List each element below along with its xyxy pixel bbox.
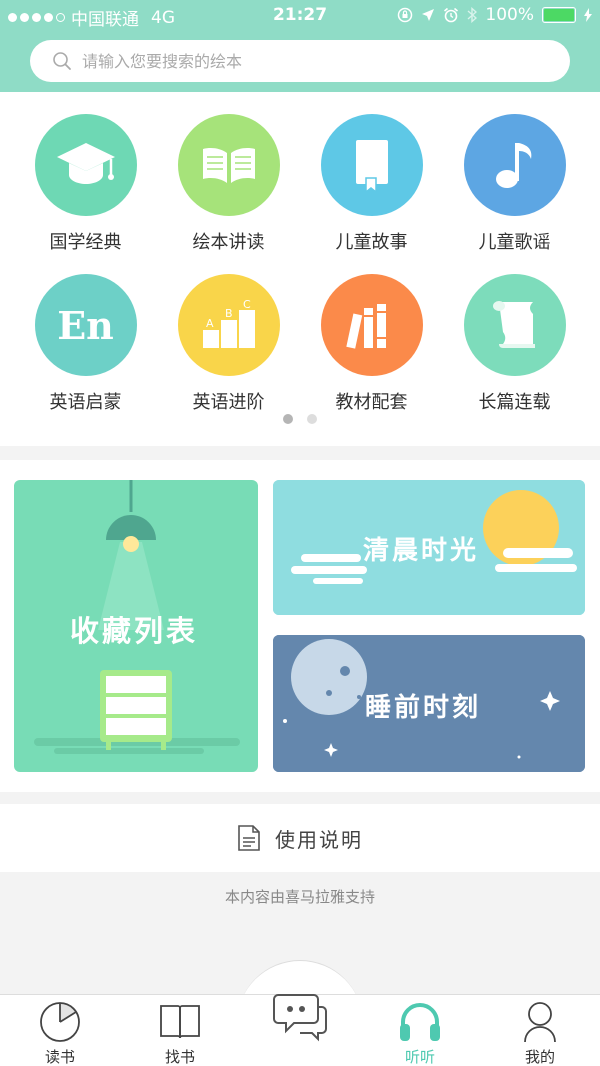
category-songs[interactable]: 儿童歌谣 — [443, 114, 586, 264]
open-book-icon — [177, 114, 280, 216]
english-en-icon: En — [34, 274, 137, 376]
tab-label: 找书 — [164, 1048, 195, 1066]
location-arrow-icon — [422, 9, 435, 21]
morning-card[interactable]: 清晨时光 — [273, 480, 585, 615]
tab-find-book[interactable]: 找书 — [120, 995, 240, 1066]
headphones-icon — [400, 1003, 440, 1041]
provider-note: 本内容由喜马拉雅支持 — [224, 888, 375, 906]
category-label: 绘本讲读 — [192, 232, 265, 253]
category-label: 教材配套 — [335, 392, 408, 413]
charging-bolt-icon — [584, 8, 592, 22]
category-textbook[interactable]: 教材配套 — [300, 274, 443, 424]
category-huiben[interactable]: 绘本讲读 — [157, 114, 300, 264]
svg-text:B: B — [225, 307, 233, 320]
find-book-icon — [160, 1005, 200, 1039]
feature-cards: 收藏列表 清晨时光 睡前时刻 — [0, 460, 600, 792]
category-story[interactable]: 儿童故事 — [300, 114, 443, 264]
tab-label: 读书 — [44, 1048, 75, 1066]
bookmark-book-icon — [320, 114, 423, 216]
tab-label: 听听 — [404, 1048, 435, 1066]
usage-label: 使用说明 — [275, 827, 363, 852]
tab-profile[interactable]: 我的 — [480, 995, 600, 1066]
tab-reading[interactable]: 读书 — [0, 995, 120, 1066]
scroll-icon — [463, 274, 566, 376]
reading-chart-icon — [40, 1002, 80, 1042]
battery-icon — [542, 7, 576, 23]
alarm-icon — [444, 7, 459, 23]
bedtime-title: 睡前时刻 — [365, 693, 482, 723]
category-label: 儿童歌谣 — [478, 232, 551, 253]
bluetooth-icon — [467, 7, 478, 23]
page-indicator — [0, 414, 600, 424]
favorites-card[interactable]: 收藏列表 — [14, 480, 258, 772]
category-label: 英语进阶 — [192, 392, 265, 413]
status-bar: 中国联通 4G 21:27 100% — [0, 0, 600, 30]
graduation-cap-icon — [34, 114, 137, 216]
header: 中国联通 4G 21:27 100% — [0, 0, 600, 92]
search-icon — [53, 52, 71, 70]
category-english-advanced[interactable]: ABC 英语进阶 — [157, 274, 300, 424]
search-input[interactable] — [82, 51, 522, 71]
usage-instructions[interactable]: 使用说明 — [0, 804, 600, 872]
morning-title: 清晨时光 — [363, 536, 480, 566]
bedtime-card[interactable]: 睡前时刻 — [273, 635, 585, 772]
document-icon — [238, 825, 260, 851]
rotation-lock-icon — [398, 7, 413, 23]
category-guoxue[interactable]: 国学经典 — [14, 114, 157, 264]
profile-icon — [524, 1002, 556, 1043]
tab-listen[interactable]: 听听 — [360, 995, 480, 1066]
music-note-icon — [463, 114, 566, 216]
page-dot-active[interactable] — [283, 414, 293, 424]
abc-steps-icon: ABC — [177, 274, 280, 376]
category-english-basic[interactable]: En 英语启蒙 — [14, 274, 157, 424]
category-label: 儿童故事 — [335, 232, 408, 253]
svg-text:A: A — [206, 317, 214, 330]
battery-percent: 100% — [485, 5, 534, 25]
category-label: 长篇连载 — [478, 392, 551, 413]
chat-bubbles-icon — [273, 994, 327, 1042]
svg-text:C: C — [243, 300, 251, 311]
category-serial[interactable]: 长篇连载 — [443, 274, 586, 424]
tab-label: 我的 — [524, 1048, 555, 1066]
page-dot[interactable] — [307, 414, 317, 424]
category-grid: 国学经典 绘本讲读 儿童故事 儿童歌谣 En 英语启蒙 ABC 英语进阶 教材配… — [0, 92, 600, 446]
category-label: 国学经典 — [49, 232, 122, 253]
books-icon — [320, 274, 423, 376]
favorites-title: 收藏列表 — [70, 614, 199, 648]
category-label: 英语启蒙 — [49, 392, 122, 413]
tab-chat[interactable] — [270, 985, 330, 1045]
search-bar[interactable] — [30, 40, 570, 82]
